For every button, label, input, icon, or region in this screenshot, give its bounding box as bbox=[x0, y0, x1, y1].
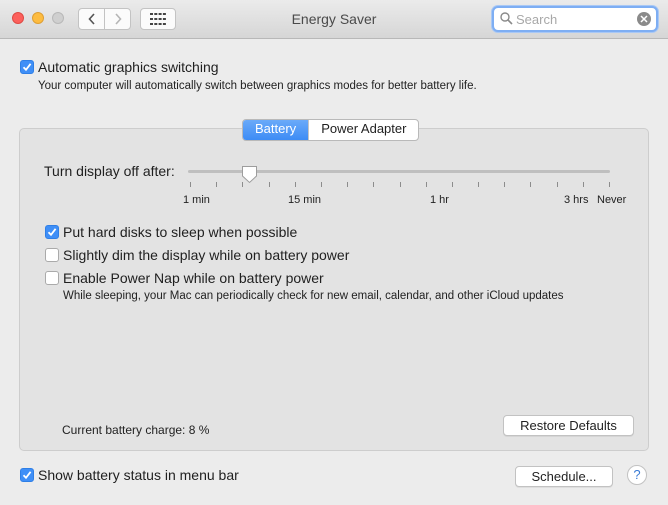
grid-icon bbox=[150, 13, 166, 25]
tick-label-3-hrs: 3 hrs bbox=[564, 194, 589, 206]
clear-icon bbox=[640, 15, 648, 23]
slider-tick bbox=[216, 182, 217, 187]
auto-graphics-checkbox[interactable] bbox=[20, 60, 34, 74]
show-battery-status-checkbox[interactable] bbox=[20, 468, 34, 482]
tab-power-adapter[interactable]: Power Adapter bbox=[308, 120, 418, 140]
slider-tick bbox=[452, 182, 453, 187]
restore-defaults-button[interactable]: Restore Defaults bbox=[503, 415, 634, 436]
minimize-window-button[interactable] bbox=[32, 12, 44, 24]
search-input[interactable] bbox=[516, 10, 631, 28]
slider-tick bbox=[269, 182, 270, 187]
slider-tick bbox=[190, 182, 191, 187]
slider-tick bbox=[504, 182, 505, 187]
forward-button[interactable] bbox=[104, 8, 131, 30]
tick-label-15-min: 15 min bbox=[288, 194, 322, 206]
checkmark-icon bbox=[47, 228, 57, 237]
hard-disk-sleep-checkbox[interactable] bbox=[45, 225, 59, 239]
slider-tick bbox=[321, 182, 322, 187]
auto-graphics-description: Your computer will automatically switch … bbox=[38, 80, 477, 92]
dim-display-checkbox[interactable] bbox=[45, 248, 59, 262]
battery-charge-status: Current battery charge: 8 % bbox=[62, 423, 210, 437]
chevron-right-icon bbox=[114, 13, 122, 25]
hard-disk-sleep-label[interactable]: Put hard disks to sleep when possible bbox=[63, 224, 297, 240]
power-nap-label[interactable]: Enable Power Nap while on battery power bbox=[63, 270, 324, 286]
dim-display-label[interactable]: Slightly dim the display while on batter… bbox=[63, 247, 349, 263]
schedule-button[interactable]: Schedule... bbox=[515, 466, 613, 487]
show-battery-status-label[interactable]: Show battery status in menu bar bbox=[38, 467, 239, 483]
clear-search-button[interactable] bbox=[637, 12, 651, 26]
slider-tick bbox=[583, 182, 584, 187]
slider-tick bbox=[557, 182, 558, 187]
tick-label-1-min: 1 min bbox=[183, 194, 210, 206]
slider-tick bbox=[400, 182, 401, 187]
tab-battery[interactable]: Battery bbox=[243, 120, 309, 140]
search-field[interactable] bbox=[492, 6, 658, 32]
slider-tick bbox=[295, 182, 296, 187]
checkmark-icon bbox=[22, 471, 32, 480]
display-sleep-label: Turn display off after: bbox=[44, 163, 175, 179]
slider-tick bbox=[530, 182, 531, 187]
slider-thumb[interactable] bbox=[241, 165, 258, 184]
tick-label-1-hr: 1 hr bbox=[430, 194, 449, 206]
close-window-button[interactable] bbox=[12, 12, 24, 24]
help-button[interactable]: ? bbox=[627, 465, 647, 485]
slider-tick bbox=[426, 182, 427, 187]
chevron-left-icon bbox=[87, 13, 95, 25]
zoom-window-button[interactable] bbox=[52, 12, 64, 24]
slider-tick bbox=[478, 182, 479, 187]
tab-bar: Battery Power Adapter bbox=[242, 119, 420, 141]
slider-tick bbox=[347, 182, 348, 187]
energy-saver-window: Energy Saver Automatic graphics switchin… bbox=[0, 0, 668, 505]
power-nap-description: While sleeping, your Mac can periodicall… bbox=[63, 290, 564, 302]
magnifier-icon bbox=[500, 12, 513, 25]
back-button[interactable] bbox=[78, 8, 105, 30]
auto-graphics-label[interactable]: Automatic graphics switching bbox=[38, 59, 219, 75]
title-bar: Energy Saver bbox=[0, 0, 668, 39]
tick-label-never: Never bbox=[597, 194, 627, 206]
power-nap-checkbox[interactable] bbox=[45, 271, 59, 285]
checkmark-icon bbox=[22, 63, 32, 72]
show-all-button[interactable] bbox=[140, 8, 176, 30]
slider-tick bbox=[373, 182, 374, 187]
slider-tick bbox=[609, 182, 610, 187]
